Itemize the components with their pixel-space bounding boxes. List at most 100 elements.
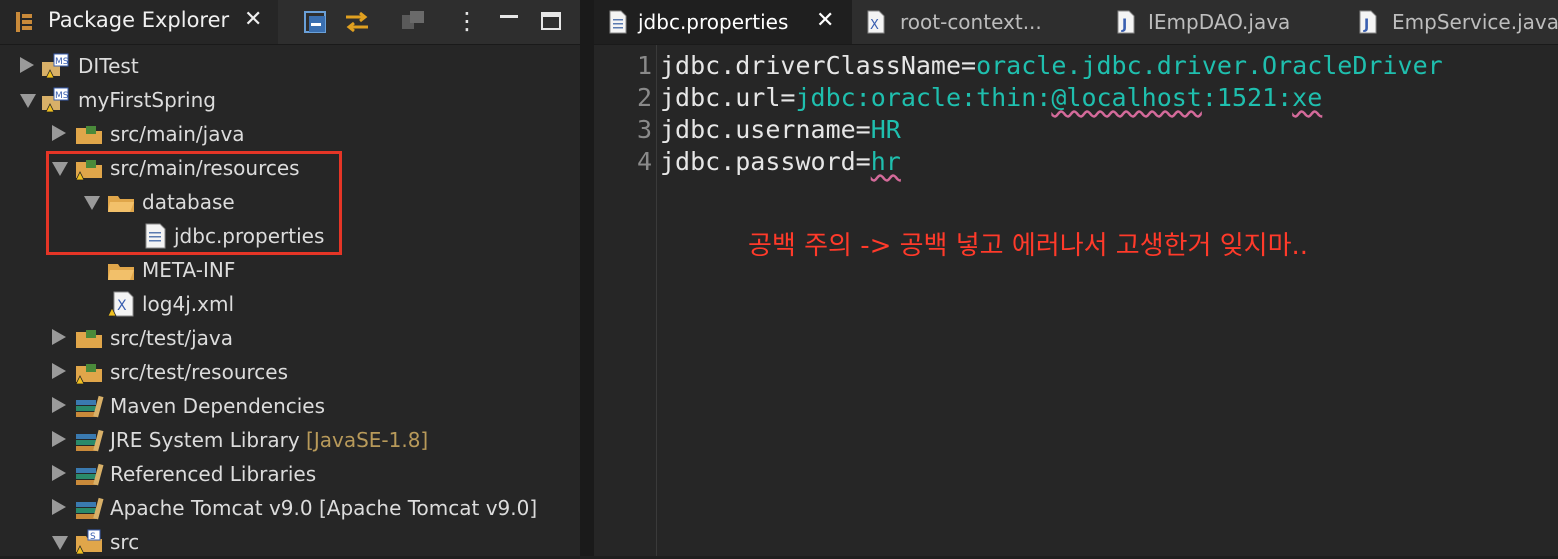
editor-tab-bar: jdbc.properties ✕ X root-context... J IE… (594, 0, 1558, 45)
source-folder-icon (76, 126, 102, 144)
svg-text:MS: MS (55, 57, 69, 67)
source-folder-icon (76, 330, 102, 348)
tree-item-src[interactable]: S src (0, 525, 580, 559)
sash[interactable] (580, 0, 594, 556)
minimize-icon[interactable] (494, 7, 524, 37)
svg-text:X: X (117, 298, 127, 314)
property-key: jdbc.username= (660, 115, 871, 144)
annotation-note: 공백 주의 -> 공백 넣고 에러나서 고생한거 잊지마.. (748, 231, 1309, 261)
expand-toggle-icon[interactable] (52, 431, 66, 447)
property-value-part: jdbc:oracle:thin: (795, 83, 1052, 112)
collapse-toggle-icon[interactable] (52, 536, 68, 550)
properties-file-icon (609, 10, 627, 34)
editor-tab-root-context[interactable]: X root-context... (852, 0, 1092, 44)
library-decoration: [JavaSE-1.8] (306, 428, 429, 452)
package-explorer-tab[interactable]: Package Explorer ✕ (0, 0, 278, 44)
property-value-part: @localhost (1051, 83, 1202, 112)
expand-toggle-icon[interactable] (52, 125, 66, 141)
filters-icon[interactable] (398, 7, 428, 37)
expand-toggle-icon[interactable] (52, 329, 66, 345)
tree-item-apache-tomcat[interactable]: Apache Tomcat v9.0 [Apache Tomcat v9.0] (0, 491, 580, 525)
property-value: hr (870, 147, 901, 176)
expand-toggle-icon[interactable] (20, 57, 34, 73)
tree-item-label: src/main/java (110, 122, 245, 146)
tree-item-referenced-libraries[interactable]: Referenced Libraries (0, 457, 580, 491)
view-tab-bar: Package Explorer ✕ ⋮ (0, 0, 580, 45)
source-folder-icon (75, 364, 102, 385)
line-number: 2 (636, 83, 652, 112)
tree-item-jre-system-library[interactable]: JRE System Library [JavaSE-1.8] (0, 423, 580, 457)
code-line: jdbc.password=hr (660, 147, 901, 176)
property-key: jdbc.password= (660, 147, 871, 176)
tab-label: EmpService.java (1392, 10, 1558, 34)
tree-item-label: Referenced Libraries (110, 462, 317, 486)
link-with-editor-icon[interactable] (342, 7, 372, 37)
svg-text:MS: MS (55, 91, 69, 101)
tree-item-meta-inf[interactable]: META-INF (0, 253, 580, 287)
collapse-toggle-icon[interactable] (20, 94, 36, 108)
svg-text:J: J (1363, 17, 1369, 33)
project-tree: MS DITest MS myFirstSpring src/main/java (0, 44, 580, 556)
view-menu-icon[interactable]: ⋮ (452, 7, 482, 37)
svg-text:J: J (1121, 17, 1127, 33)
close-icon[interactable]: ✕ (244, 7, 262, 32)
svg-text:S: S (90, 532, 96, 542)
java-file-icon: J (1117, 10, 1135, 34)
tab-label: IEmpDAO.java (1148, 10, 1291, 34)
tree-item-label: myFirstSpring (78, 88, 216, 112)
library-name: JRE System Library (110, 428, 300, 452)
tree-item-src-main-java[interactable]: src/main/java (0, 117, 580, 151)
property-value-part: xe (1292, 83, 1323, 112)
tab-label: root-context... (900, 10, 1042, 34)
xml-file-icon: X (867, 10, 885, 34)
package-explorer-view: Package Explorer ✕ ⋮ MS DITest MS myFirs… (0, 0, 580, 556)
code-line: jdbc.driverClassName=oracle.jdbc.driver.… (660, 51, 1443, 80)
tree-item-log4j-xml[interactable]: X log4j.xml (0, 287, 580, 321)
editor-area: jdbc.properties ✕ X root-context... J IE… (594, 0, 1558, 556)
close-icon[interactable]: ✕ (816, 8, 834, 33)
editor-tab-empservice[interactable]: J EmpService.java (1330, 0, 1558, 44)
java-file-icon: J (1359, 10, 1377, 34)
svg-text:X: X (870, 18, 879, 33)
tree-item-label: src (110, 530, 140, 554)
text-editor[interactable]: 1 2 3 4 jdbc.driverClassName=oracle.jdbc… (594, 45, 1558, 556)
library-icon (76, 429, 104, 452)
expand-toggle-icon[interactable] (52, 465, 66, 481)
tree-item-label: src/test/java (110, 326, 233, 350)
tree-item-label: Maven Dependencies (110, 394, 326, 418)
line-number: 1 (636, 51, 652, 80)
maven-spring-project-icon: MS (42, 53, 69, 79)
line-number-ruler: 1 2 3 4 (594, 45, 657, 556)
tree-item-label: log4j.xml (142, 292, 235, 316)
tree-item-label: META-INF (142, 258, 236, 282)
line-number: 4 (636, 147, 652, 176)
highlight-box (46, 151, 342, 255)
tree-item-myfirstspring[interactable]: MS myFirstSpring (0, 83, 580, 117)
tree-item-ditest[interactable]: MS DITest (0, 49, 580, 83)
library-icon (76, 497, 104, 520)
property-value-part: :1521: (1201, 83, 1293, 112)
tree-item-maven-dependencies[interactable]: Maven Dependencies (0, 389, 580, 423)
library-icon (76, 395, 104, 418)
expand-toggle-icon[interactable] (52, 499, 66, 515)
code-line: jdbc.url=jdbc:oracle:thin:@localhost:152… (660, 83, 1322, 112)
tree-item-label: JRE System Library [JavaSE-1.8] (110, 428, 428, 452)
maximize-icon[interactable] (536, 7, 566, 37)
library-icon (76, 463, 104, 486)
tree-item-label: DITest (78, 54, 139, 78)
tree-item-src-test-java[interactable]: src/test/java (0, 321, 580, 355)
editor-tab-iempdao[interactable]: J IEmpDAO.java (1092, 0, 1330, 44)
property-value: oracle.jdbc.driver.OracleDriver (976, 51, 1443, 80)
property-key: jdbc.url= (660, 83, 796, 112)
package-explorer-icon (16, 12, 32, 32)
expand-toggle-icon[interactable] (52, 363, 66, 379)
code-line: jdbc.username=HR (660, 115, 901, 144)
collapse-all-icon[interactable] (300, 7, 330, 37)
editor-tab-jdbc-properties[interactable]: jdbc.properties ✕ (594, 0, 852, 44)
xml-file-icon: X (107, 291, 134, 317)
tree-item-src-test-resources[interactable]: src/test/resources (0, 355, 580, 389)
folder-icon (108, 264, 134, 280)
property-value: HR (870, 115, 901, 144)
expand-toggle-icon[interactable] (52, 397, 66, 413)
tab-label: jdbc.properties (638, 10, 789, 34)
